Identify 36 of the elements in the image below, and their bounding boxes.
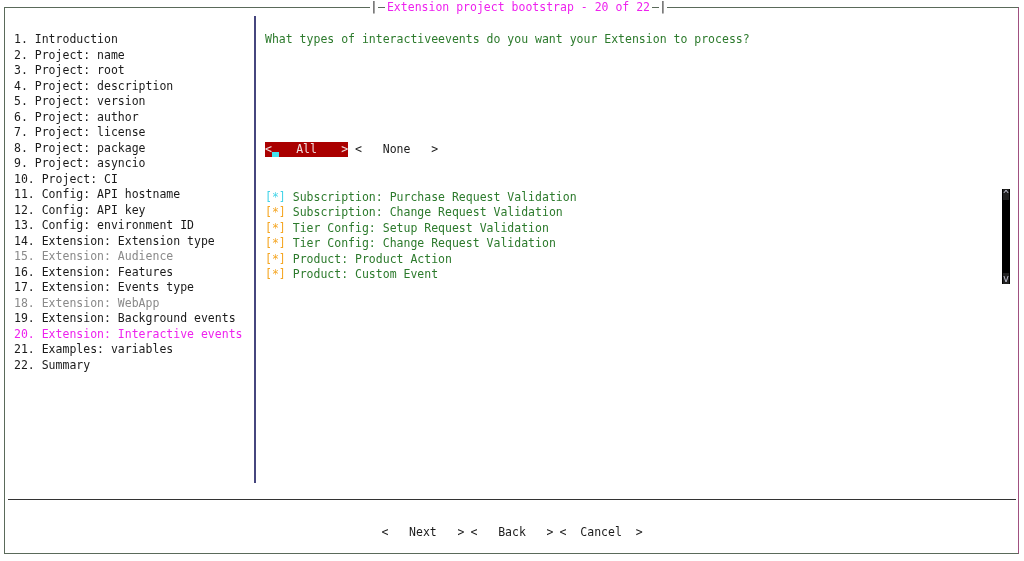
- title-bar-mark: |: [370, 0, 378, 15]
- step-item[interactable]: 17. Extension: Events type: [14, 280, 254, 296]
- step-item[interactable]: 22. Summary: [14, 357, 254, 373]
- option-label: Product: Custom Event: [292, 267, 439, 283]
- step-item[interactable]: 6. Project: author: [14, 109, 254, 125]
- step-item[interactable]: 5. Project: version: [14, 94, 254, 110]
- option-label: Subscription: Change Request Validation: [292, 205, 563, 221]
- step-item[interactable]: 8. Project: package: [14, 140, 254, 156]
- step-item[interactable]: 1. Introduction: [14, 32, 254, 48]
- scrollbar[interactable]: ^ v: [1002, 188, 1010, 284]
- option-label: Subscription: Purchase Request Validation: [292, 189, 577, 205]
- select-button[interactable]: < None >: [355, 141, 439, 157]
- option-label: Tier Config: Setup Request Validation: [292, 220, 549, 236]
- step-item[interactable]: 3. Project: root: [14, 63, 254, 79]
- select-button[interactable]: < All >: [265, 141, 349, 157]
- step-item[interactable]: 7. Project: license: [14, 125, 254, 141]
- step-item[interactable]: 4. Project: description: [14, 78, 254, 94]
- option-label: Tier Config: Change Request Validation: [292, 236, 556, 252]
- step-item[interactable]: 13. Config: environment ID: [14, 218, 254, 234]
- step-item[interactable]: 10. Project: CI: [14, 171, 254, 187]
- footer-button[interactable]: < Next >: [381, 524, 465, 539]
- step-item[interactable]: 12. Config: API key: [14, 202, 254, 218]
- window-title: Extension project bootstrap - 20 of 22: [384, 0, 653, 15]
- step-item[interactable]: 21. Examples: variables: [14, 342, 254, 358]
- step-item[interactable]: 19. Extension: Background events: [14, 311, 254, 327]
- title-bar-mark: |: [659, 0, 667, 15]
- cursor-icon: [271, 151, 279, 157]
- question-text: What types of interactiveevents do you want your Extension to process?: [265, 32, 751, 48]
- footer-button[interactable]: < Back >: [470, 524, 554, 539]
- option-label: Product: Product Action: [292, 251, 452, 267]
- step-item[interactable]: 11. Config: API hostname: [14, 187, 254, 203]
- footer-button[interactable]: < Cancel >: [559, 524, 643, 539]
- step-item[interactable]: 9. Project: asyncio: [14, 156, 254, 172]
- step-item[interactable]: 2. Project: name: [14, 47, 254, 63]
- step-item[interactable]: 14. Extension: Extension type: [14, 233, 254, 249]
- step-item[interactable]: 16. Extension: Features: [14, 264, 254, 280]
